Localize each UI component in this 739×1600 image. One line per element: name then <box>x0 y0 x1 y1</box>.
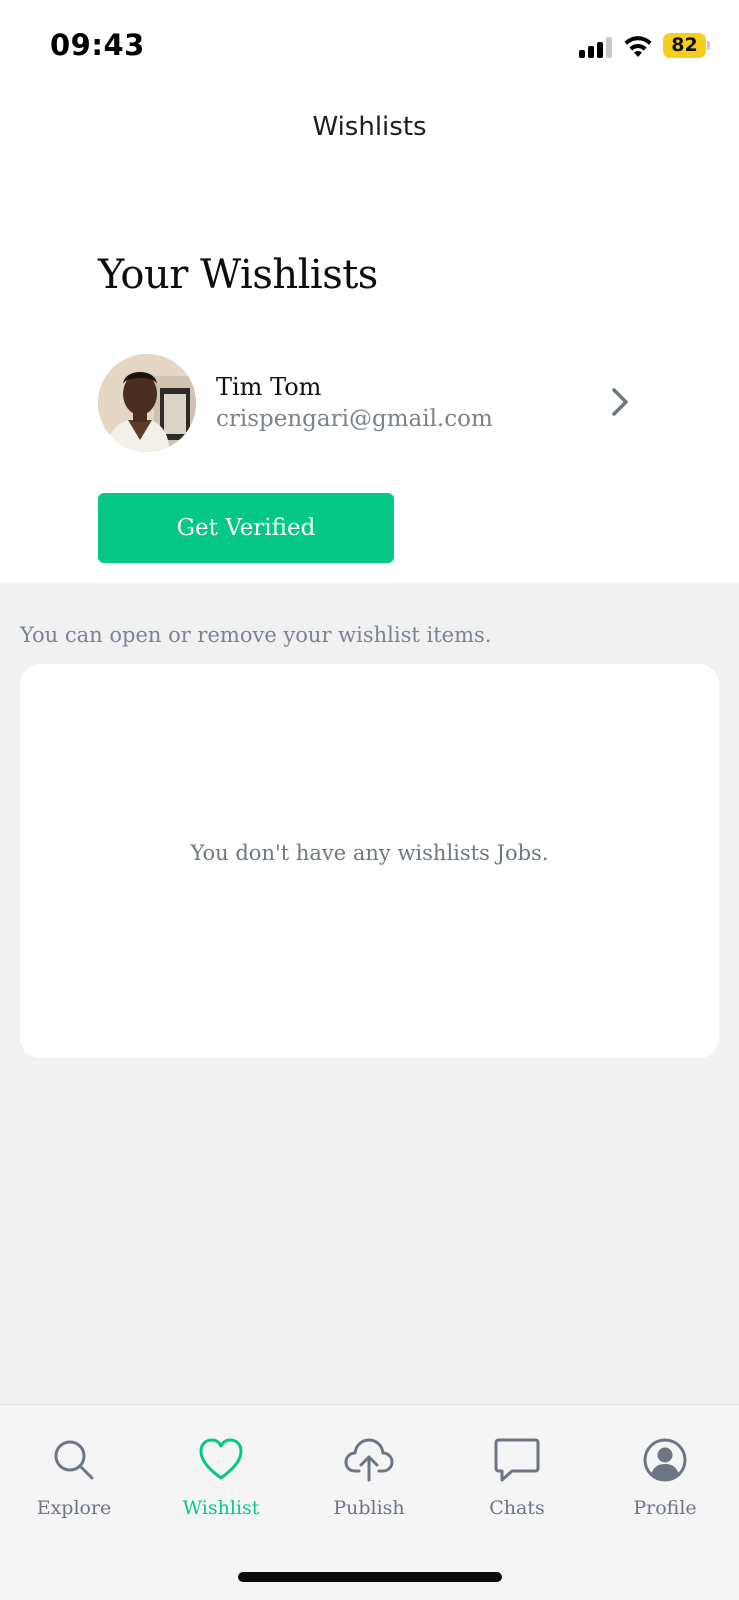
tab-bar: Explore Wishlist Publish Chats Profile <box>0 1404 739 1600</box>
battery-icon: 82 <box>663 33 706 58</box>
get-verified-button[interactable]: Get Verified <box>98 493 394 563</box>
chat-bubble-icon <box>494 1438 540 1482</box>
home-indicator[interactable] <box>238 1572 502 1582</box>
battery-nub <box>707 41 710 50</box>
tab-label-profile: Profile <box>633 1497 697 1519</box>
empty-state-message: You don't have any wishlists Jobs. <box>190 841 549 865</box>
tab-profile[interactable]: Profile <box>605 1435 725 1535</box>
wishlist-empty-card: You don't have any wishlists Jobs. <box>20 664 719 1058</box>
tab-chats[interactable]: Chats <box>457 1435 577 1535</box>
tab-label-wishlist: Wishlist <box>182 1497 260 1519</box>
profile-row[interactable]: Tim Tom crispengari@gmail.com <box>98 354 638 454</box>
profile-name: Tim Tom <box>216 373 322 401</box>
signal-icon <box>579 36 613 58</box>
wishlist-section: You can open or remove your wishlist ite… <box>0 583 739 1404</box>
status-time: 09:43 <box>50 28 145 62</box>
tab-publish[interactable]: Publish <box>309 1435 429 1535</box>
page-title: Wishlists <box>312 112 427 142</box>
tab-wishlist[interactable]: Wishlist <box>161 1435 281 1535</box>
heart-icon <box>199 1438 243 1480</box>
tab-explore[interactable]: Explore <box>14 1435 134 1535</box>
profile-email: crispengari@gmail.com <box>216 406 493 432</box>
cloud-upload-icon <box>344 1438 394 1482</box>
user-circle-icon <box>643 1438 687 1482</box>
wishlist-hint: You can open or remove your wishlist ite… <box>20 623 492 647</box>
battery-level: 82 <box>671 34 698 56</box>
chevron-right-icon[interactable] <box>606 384 634 420</box>
wifi-icon <box>623 32 653 58</box>
tab-label-explore: Explore <box>36 1497 112 1519</box>
tab-label-publish: Publish <box>333 1497 405 1519</box>
wishlists-heading: Your Wishlists <box>98 252 378 298</box>
search-icon <box>54 1440 94 1480</box>
tab-label-chats: Chats <box>489 1497 545 1519</box>
status-bar: 09:43 82 <box>0 0 739 90</box>
avatar <box>98 354 196 452</box>
